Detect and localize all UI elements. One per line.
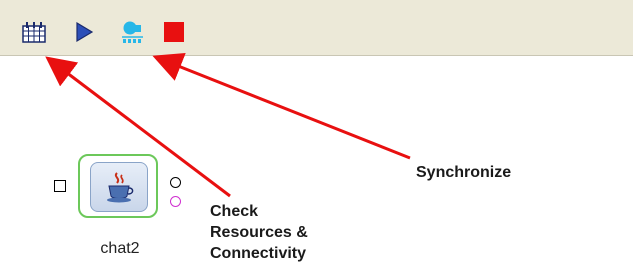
check-callout-line2: Resources & [210, 224, 308, 241]
run-button[interactable] [70, 18, 98, 46]
synchronize-callout: Synchronize [416, 164, 512, 181]
sync-network-icon [122, 21, 143, 43]
input-port[interactable] [54, 180, 66, 192]
check-resources-callout: Check Resources & Connectivity [210, 201, 308, 264]
output-port[interactable] [170, 177, 181, 188]
check-callout-line1: Check [210, 203, 259, 220]
java-cup-icon [107, 172, 134, 203]
synchronize-button[interactable] [118, 18, 146, 46]
stop-button[interactable] [160, 18, 188, 46]
grid-calendar-icon [22, 22, 46, 43]
check-resources-button[interactable] [20, 18, 48, 46]
component-node[interactable] [78, 154, 158, 218]
event-port[interactable] [170, 196, 181, 207]
play-triangle-icon [76, 21, 94, 43]
component-label: chat2 [100, 240, 140, 257]
toolbar [0, 0, 633, 56]
component-icon-frame [90, 162, 148, 212]
check-callout-line3: Connectivity [210, 245, 307, 262]
stop-square-icon [164, 22, 184, 42]
